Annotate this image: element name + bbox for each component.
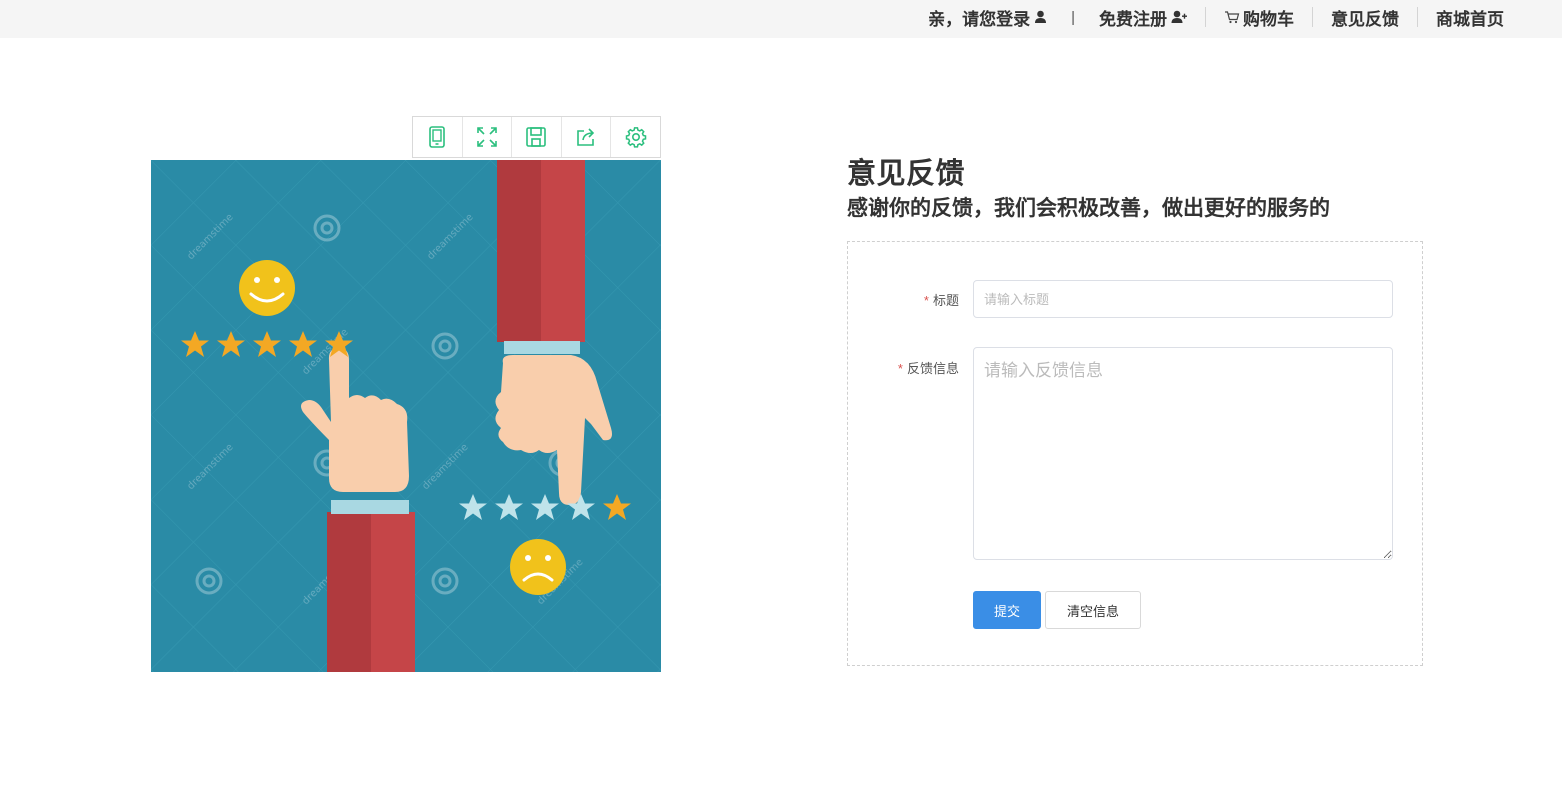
fullscreen-icon: [477, 127, 497, 147]
gear-icon: [625, 127, 646, 148]
feedback-form: *标题 *反馈信息 提交 清空信息: [847, 241, 1423, 666]
nav-divider: |: [1071, 8, 1075, 26]
content-field-label: * 反馈信息: [848, 358, 959, 377]
top-nav: 亲，请您登录 | 免费注册 购物车 意见反馈 商城首页: [910, 0, 1522, 34]
save-icon: [526, 127, 547, 147]
happy-face-icon: [239, 260, 295, 316]
illustration-art: dreamstime dreamstime dreamstime dreamst…: [151, 160, 661, 672]
home-label: 商城首页: [1436, 9, 1504, 29]
page-title: 意见反馈: [847, 158, 966, 190]
required-mark: *: [897, 361, 903, 376]
settings-button[interactable]: [611, 117, 660, 157]
register-label: 免费注册: [1099, 9, 1167, 29]
share-icon: [577, 128, 595, 146]
title-input[interactable]: [973, 280, 1393, 318]
required-mark: *: [923, 293, 929, 308]
login-label: 亲，请您登录: [928, 9, 1031, 29]
tablet-view-button[interactable]: [413, 117, 463, 157]
feedback-illustration: dreamstime dreamstime dreamstime dreamst…: [151, 160, 661, 672]
cart-link[interactable]: 购物车: [1206, 5, 1312, 30]
feedback-link[interactable]: 意见反馈: [1313, 5, 1417, 30]
home-link[interactable]: 商城首页: [1418, 5, 1522, 30]
add-user-icon: [1171, 10, 1187, 23]
feedback-textarea[interactable]: [973, 347, 1393, 560]
sad-face-icon: [510, 539, 566, 595]
cart-label: 购物车: [1243, 9, 1294, 29]
share-button[interactable]: [562, 117, 612, 157]
page-subtitle: 感谢你的反馈，我们会积极改善，做出更好的服务的: [847, 197, 1330, 220]
title-field-label: * 标题: [848, 290, 959, 309]
login-link[interactable]: 亲，请您登录: [910, 5, 1065, 30]
top-bar: 亲，请您登录 | 免费注册 购物车 意见反馈 商城首页: [0, 0, 1562, 38]
feedback-label: 意见反馈: [1331, 9, 1399, 29]
tablet-icon: [429, 126, 446, 148]
content-label-text: 反馈信息: [906, 361, 959, 376]
user-icon: [1035, 10, 1047, 23]
fullscreen-button[interactable]: [463, 117, 513, 157]
submit-button[interactable]: 提交: [973, 591, 1041, 629]
cart-icon: [1225, 11, 1240, 24]
image-toolbox: [412, 116, 661, 158]
clear-button[interactable]: 清空信息: [1045, 591, 1141, 629]
save-button[interactable]: [512, 117, 562, 157]
register-link[interactable]: 免费注册: [1081, 5, 1205, 30]
title-label-text: 标题: [932, 293, 959, 308]
